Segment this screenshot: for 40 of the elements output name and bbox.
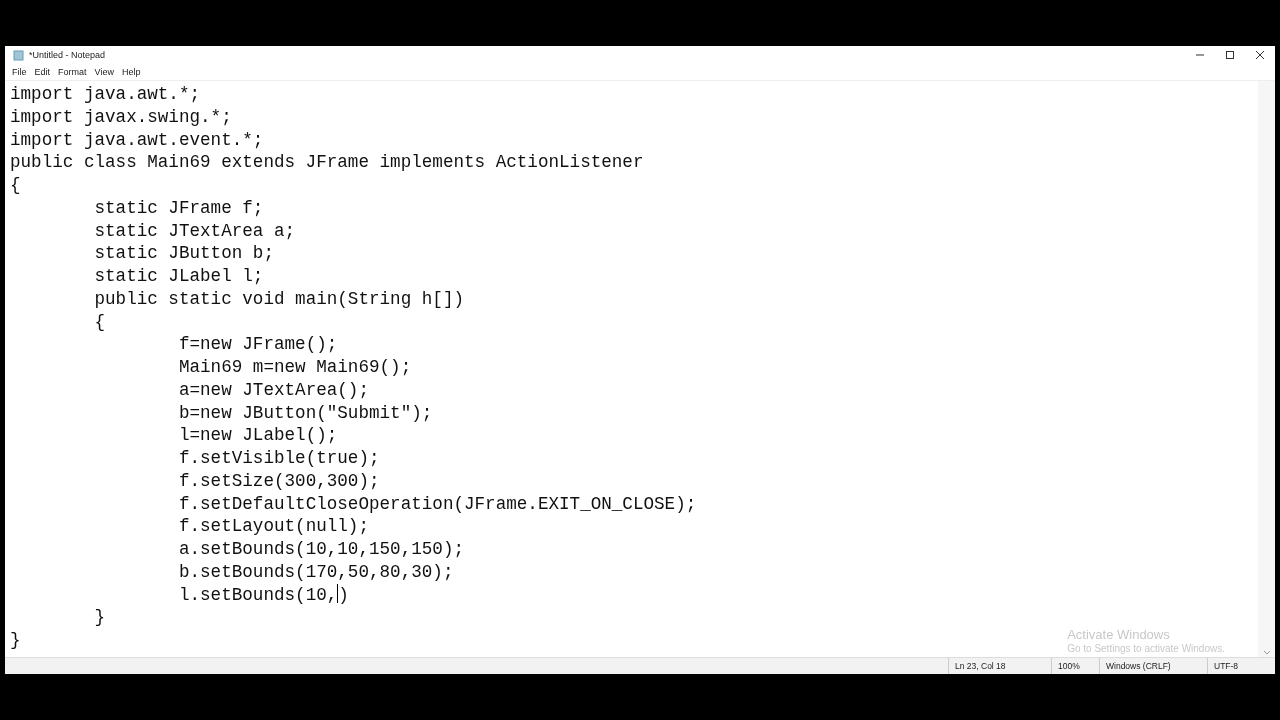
code-line: b.setBounds(170,50,80,30); xyxy=(177,560,454,584)
code-line: import java.awt.*; xyxy=(10,83,201,106)
code-line: static JButton b; xyxy=(93,242,274,265)
menu-item[interactable]: File xyxy=(9,67,30,77)
code-line: l.setBounds(10,) xyxy=(177,583,349,607)
text-cursor xyxy=(337,583,339,603)
code-line: } xyxy=(93,606,106,629)
code-line: f=new JFrame(); xyxy=(177,333,338,356)
window-title: *Untitled - Notepad xyxy=(29,50,106,60)
code-line: public static void main(String h[]) xyxy=(93,287,464,311)
code-line: l=new JLabel(); xyxy=(177,424,338,447)
zoom-level: 100% xyxy=(1051,658,1099,674)
cursor-position: Ln 23, Col 18 xyxy=(948,658,1051,674)
encoding: UTF-8 xyxy=(1207,658,1275,674)
menu-item[interactable]: Format xyxy=(55,67,90,77)
code-line: f.setLayout(null); xyxy=(177,515,369,538)
code-line: f.setSize(300,300); xyxy=(177,469,380,493)
code-line: Main69 m=new Main69(); xyxy=(177,356,412,379)
line-ending: Windows (CRLF) xyxy=(1099,658,1207,674)
code-line: public class Main69 extends JFrame implements ActionListener xyxy=(10,151,644,174)
code-line: import java.awt.event.*; xyxy=(10,128,264,152)
code-line: static JLabel l; xyxy=(93,265,264,288)
notepad-icon xyxy=(13,49,24,61)
close-icon xyxy=(1255,50,1265,60)
menu-item[interactable]: Help xyxy=(118,67,144,77)
scroll-down-icon[interactable] xyxy=(1262,649,1271,657)
code-line: f.setDefaultCloseOperation(JFrame.EXIT_ON_CLOSE); xyxy=(177,492,697,516)
code-line: static JFrame f; xyxy=(93,196,264,220)
menu-item[interactable]: View xyxy=(91,67,117,77)
code-line: } xyxy=(10,629,21,652)
code-line: import javax.swing.*; xyxy=(10,105,232,129)
maximize-icon xyxy=(1225,50,1235,60)
menu-item[interactable]: Edit xyxy=(31,67,54,77)
code-line: a=new JTextArea(); xyxy=(177,378,369,402)
code-line: f.setVisible(true); xyxy=(177,447,380,470)
code-line: a.setBounds(10,10,150,150); xyxy=(177,538,464,561)
code-line: b=new JButton("Submit"); xyxy=(177,401,433,425)
code-line: { xyxy=(10,174,21,197)
code-line: static JTextArea a; xyxy=(93,219,296,243)
code-line: { xyxy=(93,310,106,334)
